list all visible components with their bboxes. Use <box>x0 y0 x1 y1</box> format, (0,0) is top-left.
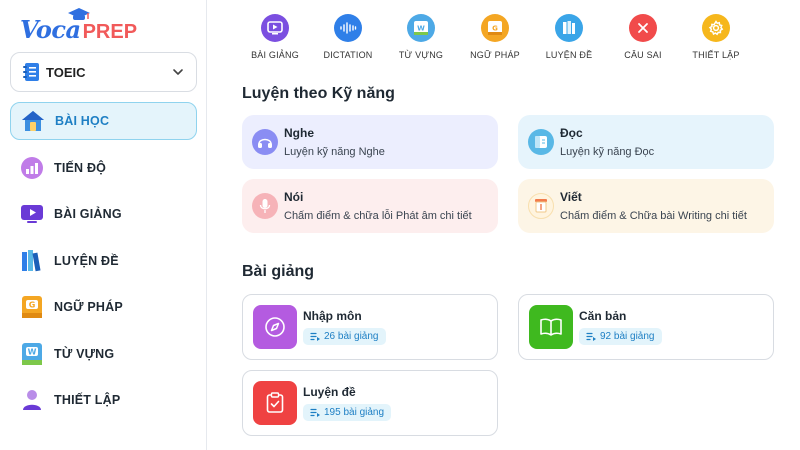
lesson-card-luyen-de[interactable]: Luyện đề 195 bài giảng <box>242 370 498 436</box>
skill-desc: Chấm điểm & chữa lỗi Phát âm chi tiết <box>284 210 472 222</box>
lesson-count-badge: 26 bài giảng <box>303 327 386 345</box>
skill-card-doc[interactable]: Đọc Luyện kỹ năng Đọc <box>518 115 774 169</box>
tool-label: TỪ VỰNG <box>398 50 444 60</box>
tool-label: LUYỆN ĐỀ <box>545 50 593 60</box>
lesson-title: Căn bản <box>579 308 627 323</box>
lesson-count: 26 bài giảng <box>324 330 379 342</box>
lesson-card-can-ban[interactable]: Căn bản 92 bài giảng <box>518 294 774 360</box>
skill-title: Viết <box>560 190 582 204</box>
tool-bar: BÀI GIẢNG DICTATION W TỪ VỰNG G NGỮ PHÁP… <box>240 14 780 66</box>
lesson-count-badge: 195 bài giảng <box>303 403 392 421</box>
sidebar-item-label: BÀI HỌC <box>55 114 110 128</box>
skill-title: Đọc <box>560 126 583 140</box>
video-icon <box>261 14 289 42</box>
grammar-book-icon: G <box>20 295 44 319</box>
gear-icon <box>702 14 730 42</box>
sidebar-item-thiet-lap[interactable]: THIẾT LẬP <box>10 381 197 419</box>
sidebar-item-ngu-phap[interactable]: G NGỮ PHÁP <box>10 288 197 326</box>
sidebar-nav: BÀI HỌC TIẾN ĐỘ BÀI GIẢNG LUYỆN ĐỀ G NGỮ… <box>10 102 197 428</box>
writing-pen-icon <box>528 193 554 219</box>
sidebar-item-bai-hoc[interactable]: BÀI HỌC <box>10 102 197 140</box>
brand-logo[interactable]: Voca PREP <box>20 8 138 44</box>
list-icon <box>310 408 320 417</box>
sidebar-item-label: NGỮ PHÁP <box>54 300 123 314</box>
sidebar-item-label: TỪ VỰNG <box>54 346 115 361</box>
course-select[interactable]: TOEIC <box>10 52 197 92</box>
tool-label: DICTATION <box>323 50 373 60</box>
tool-tu-vung[interactable]: W TỪ VỰNG <box>386 14 456 60</box>
user-settings-icon <box>20 388 44 412</box>
tool-label: BÀI GIẢNG <box>251 50 299 60</box>
audio-wave-icon <box>334 14 362 42</box>
list-icon <box>586 332 596 341</box>
sidebar: Voca PREP TOEIC BÀI HỌC TIẾN ĐỘ BÀI GIẢN… <box>0 0 207 450</box>
tool-ngu-phap[interactable]: G NGỮ PHÁP <box>460 14 530 60</box>
tool-label: NGỮ PHÁP <box>470 50 520 60</box>
lesson-title: Luyện đề <box>303 384 356 399</box>
open-book-icon <box>529 305 573 349</box>
svg-text:W: W <box>28 347 37 356</box>
headphones-icon <box>252 129 278 155</box>
books-icon <box>20 249 44 273</box>
tool-label: THIẾT LẬP <box>692 50 740 60</box>
sidebar-item-label: TIẾN ĐỘ <box>54 160 107 175</box>
brand-name-prep: PREP <box>82 21 138 43</box>
course-select-value: TOEIC <box>46 64 86 80</box>
sidebar-item-tien-do[interactable]: TIẾN ĐỘ <box>10 149 197 187</box>
home-icon <box>21 109 45 133</box>
tool-dictation[interactable]: DICTATION <box>313 14 383 60</box>
tool-luyen-de[interactable]: LUYỆN ĐỀ <box>534 14 604 60</box>
sidebar-item-tu-vung[interactable]: W TỪ VỰNG <box>10 335 197 373</box>
graduation-cap-icon <box>68 8 90 20</box>
lesson-title: Nhập môn <box>303 308 362 323</box>
clipboard-check-icon <box>253 381 297 425</box>
skills-section-title: Luyện theo Kỹ năng <box>242 85 395 102</box>
sidebar-item-label: THIẾT LẬP <box>54 393 121 407</box>
lesson-count: 195 bài giảng <box>324 406 385 418</box>
skill-card-noi[interactable]: Nói Chấm điểm & chữa lỗi Phát âm chi tiế… <box>242 179 498 233</box>
close-icon <box>629 14 657 42</box>
grammar-book-icon: G <box>481 14 509 42</box>
skill-desc: Luyện kỹ năng Nghe <box>284 146 385 158</box>
skill-card-nghe[interactable]: Nghe Luyện kỹ năng Nghe <box>242 115 498 169</box>
sidebar-item-bai-giang[interactable]: BÀI GIẢNG <box>10 195 197 233</box>
books-icon <box>555 14 583 42</box>
sidebar-item-luyen-de[interactable]: LUYỆN ĐỀ <box>10 242 197 280</box>
notebook-icon <box>23 63 39 81</box>
skill-desc: Chấm điểm & Chữa bài Writing chi tiết <box>560 210 747 222</box>
skill-card-viet[interactable]: Viết Chấm điểm & Chữa bài Writing chi ti… <box>518 179 774 233</box>
sidebar-item-label: LUYỆN ĐỀ <box>54 253 119 268</box>
word-book-icon: W <box>407 14 435 42</box>
progress-chart-icon <box>20 156 44 180</box>
lesson-count-badge: 92 bài giảng <box>579 327 662 345</box>
compass-icon <box>253 305 297 349</box>
reading-book-icon <box>528 129 554 155</box>
tool-label: CÂU SAI <box>624 50 662 60</box>
vocabulary-book-icon: W <box>20 342 44 366</box>
microphone-icon <box>252 193 278 219</box>
video-icon <box>20 202 44 226</box>
list-icon <box>310 332 320 341</box>
skill-title: Nghe <box>284 126 314 140</box>
lessons-section-title: Bài giảng <box>242 263 315 280</box>
chevron-down-icon <box>173 69 183 75</box>
sidebar-item-label: BÀI GIẢNG <box>54 207 122 221</box>
lesson-card-nhap-mon[interactable]: Nhập môn 26 bài giảng <box>242 294 498 360</box>
svg-text:G: G <box>29 301 36 310</box>
tool-bai-giang[interactable]: BÀI GIẢNG <box>240 14 310 60</box>
svg-text:G: G <box>492 25 498 33</box>
svg-text:W: W <box>417 25 425 33</box>
tool-thiet-lap[interactable]: THIẾT LẬP <box>681 14 751 60</box>
lesson-count: 92 bài giảng <box>600 330 655 342</box>
skill-title: Nói <box>284 190 304 204</box>
tool-cau-sai[interactable]: CÂU SAI <box>608 14 678 60</box>
skill-desc: Luyện kỹ năng Đọc <box>560 146 655 158</box>
